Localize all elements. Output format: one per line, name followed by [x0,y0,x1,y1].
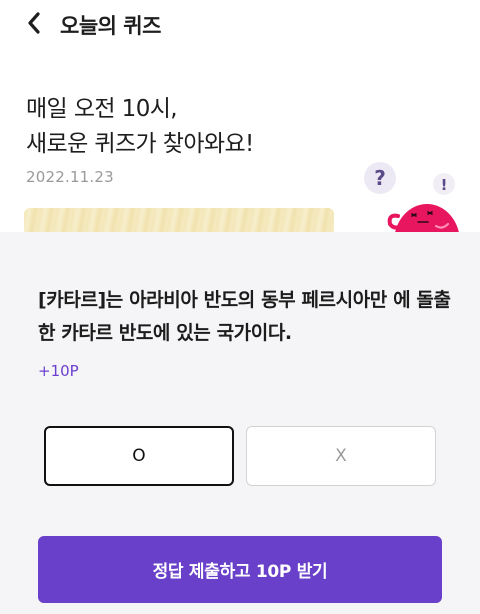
mascot-illustration: ? ! [364,162,459,232]
quiz-page: 오늘의 퀴즈 매일 오전 10시, 새로운 퀴즈가 찾아와요! 2022.11.… [0,0,480,614]
quiz-question: [카타르]는 아라비아 반도의 동부 페르시아만 에 돌출한 카타르 반도에 있… [38,289,451,344]
exclamation-mark: ! [441,176,448,194]
answer-x-button[interactable]: X [246,426,436,486]
submit-answer-button[interactable]: 정답 제출하고 10P 받기 [38,536,442,603]
quiz-date: 2022.11.23 [26,168,114,186]
answer-o-button[interactable]: O [44,426,234,486]
question-mark: ? [374,166,386,190]
hero-line-1: 매일 오전 10시, [26,96,178,122]
quiz-card: [카타르]는 아라비아 반도의 동부 페르시아만 에 돌출한 카타르 반도에 있… [0,232,480,614]
hero-banner: 매일 오전 10시, 새로운 퀴즈가 찾아와요! 2022.11.23 ? ! [0,48,480,232]
hero-line-2: 새로운 퀴즈가 찾아와요! [26,131,254,157]
back-button[interactable] [22,10,46,36]
app-header: 오늘의 퀴즈 [0,0,480,48]
highlight-stroke [24,208,334,232]
chevron-left-icon [28,12,40,34]
reward-points: +10P [38,362,79,380]
page-title: 오늘의 퀴즈 [60,14,161,38]
